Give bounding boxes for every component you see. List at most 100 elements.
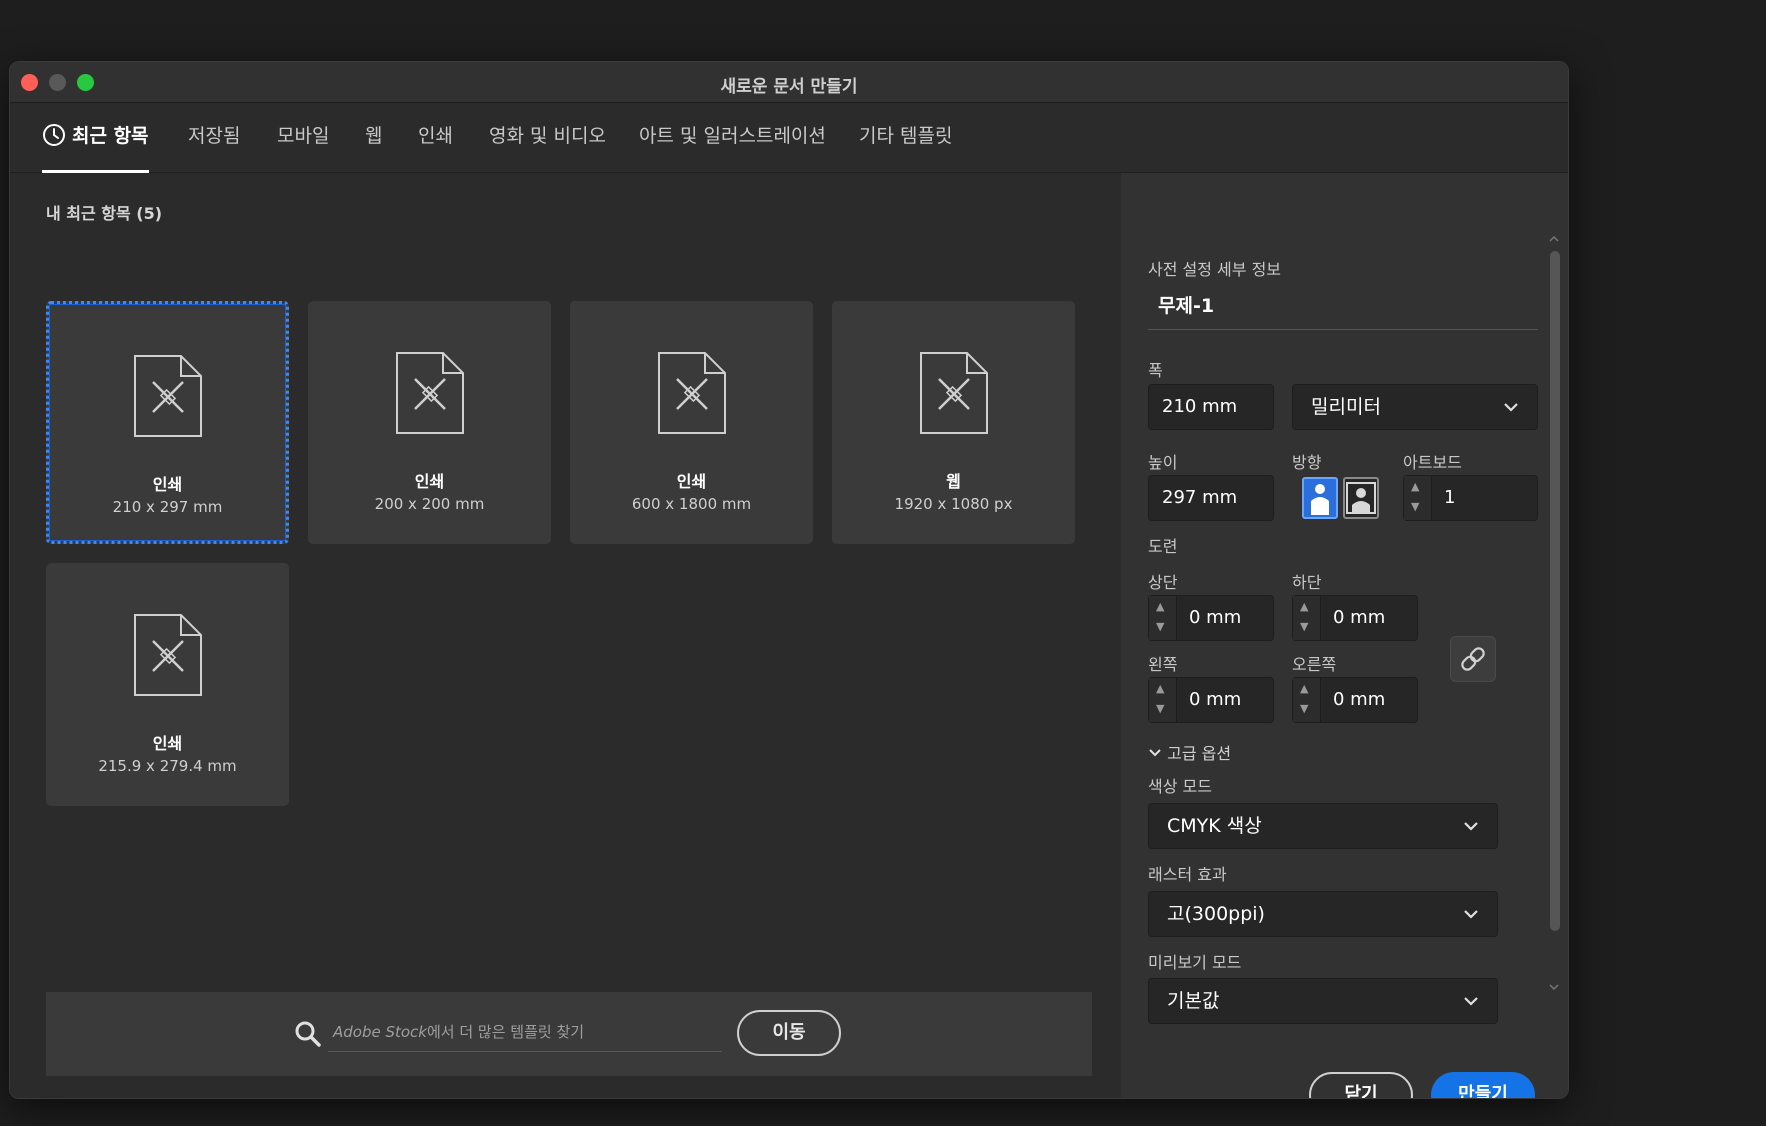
- bleed-right-value: 0 mm: [1333, 689, 1386, 710]
- artboard-label: 아트보드: [1403, 453, 1462, 472]
- bleed-bottom-value: 0 mm: [1333, 607, 1386, 628]
- tab-film-video[interactable]: 영화 및 비디오: [489, 103, 606, 173]
- bleed-right-label: 오른쪽: [1292, 655, 1337, 674]
- search-placeholder-text: 에서 더 많은 템플릿 찾기: [427, 1023, 585, 1041]
- preset-card[interactable]: 인쇄 600 x 1800 mm: [570, 301, 813, 544]
- card-name: 인쇄: [152, 734, 183, 753]
- document-icon: [133, 355, 202, 437]
- category-tabs: 최근 항목 저장됨 모바일 웹 인쇄 영화 및 비디오 아트 및 일러스트레이션…: [10, 103, 1568, 173]
- advanced-options-label: 고급 옵션: [1167, 744, 1232, 763]
- portrait-orientation-button[interactable]: [1302, 477, 1338, 519]
- create-button[interactable]: 만들기: [1431, 1072, 1535, 1098]
- increment-icon: ▲: [1156, 682, 1165, 695]
- bleed-top-stepper[interactable]: ▲ ▼ 0 mm: [1148, 595, 1274, 641]
- link-icon: [1461, 647, 1485, 671]
- height-label: 높이: [1148, 453, 1178, 472]
- tab-mobile[interactable]: 모바일: [277, 103, 329, 173]
- scroll-up-icon: [1549, 235, 1559, 242]
- raster-effects-value: 고(300ppi): [1167, 903, 1265, 925]
- card-size: 600 x 1800 mm: [631, 495, 752, 513]
- tab-other-templates[interactable]: 기타 템플릿: [859, 103, 952, 173]
- card-name: 인쇄: [676, 472, 707, 491]
- bleed-bottom-stepper[interactable]: ▲ ▼ 0 mm: [1292, 595, 1418, 641]
- increment-icon: ▲: [1156, 600, 1165, 613]
- panel-scrollbar[interactable]: [1548, 233, 1560, 993]
- card-name: 웹: [946, 472, 961, 491]
- document-icon: [395, 352, 464, 434]
- preset-section-label: 사전 설정 세부 정보: [1148, 260, 1282, 279]
- tab-print[interactable]: 인쇄: [418, 103, 453, 173]
- close-button[interactable]: 닫기: [1309, 1072, 1413, 1098]
- card-size: 215.9 x 279.4 mm: [98, 757, 237, 775]
- unit-select-value: 밀리미터: [1311, 396, 1381, 418]
- tab-art-illustration[interactable]: 아트 및 일러스트레이션: [639, 103, 826, 173]
- card-size: 200 x 200 mm: [374, 495, 485, 513]
- advanced-options-toggle[interactable]: 고급 옵션: [1148, 740, 1231, 764]
- bleed-left-label: 왼쪽: [1148, 655, 1178, 674]
- clock-icon: [43, 124, 65, 146]
- tab-recent[interactable]: 최근 항목: [42, 103, 149, 173]
- stepper-arrows[interactable]: ▲ ▼: [1404, 476, 1432, 520]
- increment-icon: ▲: [1300, 600, 1309, 613]
- stepper-arrows[interactable]: ▲ ▼: [1149, 596, 1177, 640]
- document-icon: [657, 352, 726, 434]
- stepper-arrows[interactable]: ▲ ▼: [1149, 678, 1177, 722]
- tab-saved[interactable]: 저장됨: [188, 103, 240, 173]
- stepper-arrows[interactable]: ▲ ▼: [1293, 596, 1321, 640]
- artboard-stepper[interactable]: ▲ ▼ 1: [1403, 475, 1538, 521]
- scroll-down-icon: [1549, 984, 1559, 991]
- preset-card[interactable]: 인쇄 200 x 200 mm: [308, 301, 551, 544]
- decrement-icon: ▼: [1156, 620, 1165, 633]
- width-field[interactable]: 210 mm: [1148, 384, 1274, 430]
- card-name: 인쇄: [414, 472, 445, 491]
- increment-icon: ▲: [1300, 682, 1309, 695]
- preview-mode-value: 기본값: [1167, 990, 1220, 1012]
- bleed-top-label: 상단: [1148, 573, 1178, 592]
- document-name-field[interactable]: 무제-1: [1148, 286, 1538, 330]
- preview-mode-select[interactable]: 기본값: [1148, 978, 1498, 1024]
- orientation-label: 방향: [1292, 453, 1322, 472]
- scroll-thumb[interactable]: [1550, 251, 1560, 931]
- link-bleed-button[interactable]: [1450, 636, 1496, 682]
- bleed-right-stepper[interactable]: ▲ ▼ 0 mm: [1292, 677, 1418, 723]
- increment-icon: ▲: [1411, 480, 1420, 493]
- artboard-value: 1: [1444, 487, 1456, 508]
- search-icon: [295, 1021, 321, 1047]
- preview-mode-label: 미리보기 모드: [1148, 953, 1242, 972]
- card-name: 인쇄: [152, 475, 183, 494]
- bleed-top-value: 0 mm: [1189, 607, 1242, 628]
- stock-search-bar: Adobe Stock에서 더 많은 템플릿 찾기 이동: [46, 992, 1092, 1076]
- stepper-arrows[interactable]: ▲ ▼: [1293, 678, 1321, 722]
- decrement-icon: ▼: [1300, 702, 1309, 715]
- new-document-dialog: 새로운 문서 만들기 최근 항목 저장됨 모바일 웹 인쇄 영화 및 비디오 아…: [9, 61, 1569, 1099]
- chevron-down-icon: [1464, 822, 1478, 831]
- bleed-bottom-label: 하단: [1292, 573, 1322, 592]
- search-placeholder-brand: Adobe Stock: [333, 1023, 427, 1041]
- preset-card[interactable]: 인쇄 210 x 297 mm: [46, 301, 289, 544]
- tab-web[interactable]: 웹: [365, 103, 382, 173]
- portrait-icon: [1311, 484, 1329, 515]
- window-title: 새로운 문서 만들기: [720, 77, 858, 97]
- landscape-icon: [1346, 482, 1376, 514]
- recent-panel: 내 최근 항목 (5) 인쇄 210 x 297 mm 인쇄 200 x 200…: [10, 173, 1121, 1098]
- document-icon: [919, 352, 988, 434]
- raster-effects-select[interactable]: 고(300ppi): [1148, 891, 1498, 937]
- color-mode-select[interactable]: CMYK 색상: [1148, 803, 1498, 849]
- tab-label: 최근 항목: [72, 125, 149, 147]
- stock-search-input[interactable]: Adobe Stock에서 더 많은 템플릿 찾기: [328, 1016, 722, 1052]
- landscape-orientation-button[interactable]: [1343, 477, 1379, 519]
- go-button[interactable]: 이동: [737, 1010, 841, 1056]
- card-size: 1920 x 1080 px: [894, 495, 1013, 513]
- color-mode-label: 색상 모드: [1148, 777, 1212, 796]
- bleed-label: 도련: [1148, 537, 1178, 556]
- preset-details-panel: 사전 설정 세부 정보 무제-1 폭 210 mm 밀리미터 높이 방향 아트보…: [1121, 173, 1568, 1098]
- recent-heading: 내 최근 항목 (5): [46, 204, 163, 223]
- bleed-left-value: 0 mm: [1189, 689, 1242, 710]
- chevron-down-icon: [1464, 997, 1478, 1006]
- preset-card[interactable]: 인쇄 215.9 x 279.4 mm: [46, 563, 289, 806]
- preset-card[interactable]: 웹 1920 x 1080 px: [832, 301, 1075, 544]
- bleed-left-stepper[interactable]: ▲ ▼ 0 mm: [1148, 677, 1274, 723]
- color-mode-value: CMYK 색상: [1167, 815, 1262, 837]
- unit-select[interactable]: 밀리미터: [1292, 384, 1538, 430]
- height-field[interactable]: 297 mm: [1148, 475, 1274, 521]
